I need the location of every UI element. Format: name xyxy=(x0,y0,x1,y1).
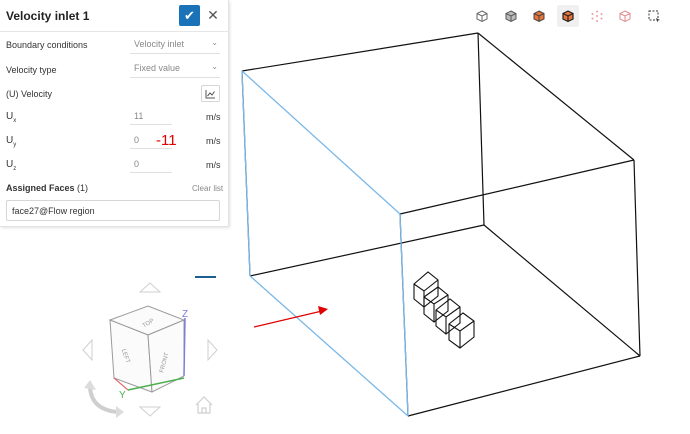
cube-icon[interactable] xyxy=(471,5,493,27)
velocity-type-value: Fixed value xyxy=(134,63,181,73)
boundary-conditions-label: Boundary conditions xyxy=(6,40,88,50)
box-select-icon[interactable] xyxy=(643,5,665,27)
cube-orange-icon[interactable] xyxy=(528,5,550,27)
home-view-icon[interactable] xyxy=(195,396,213,414)
uy-unit: m/s xyxy=(206,136,221,146)
inlet-face-highlight[interactable] xyxy=(241,70,409,417)
nav-left-arrow[interactable] xyxy=(82,338,93,362)
flow-region-box xyxy=(241,32,641,417)
velocity-label: (U) Velocity xyxy=(6,89,53,99)
view-cube-widget[interactable]: TOP LEFT FRONT Z Y xyxy=(82,282,218,418)
points-icon[interactable] xyxy=(586,5,608,27)
close-icon: ✕ xyxy=(207,7,219,23)
uz-input[interactable]: 0 xyxy=(130,156,172,173)
axis-z-line xyxy=(183,317,186,377)
chart-icon xyxy=(205,89,215,98)
cube-orange-selected-icon[interactable] xyxy=(557,5,579,27)
nav-down-arrow[interactable] xyxy=(138,406,162,417)
uy-label: Uy xyxy=(6,135,17,148)
ux-unit: m/s xyxy=(206,112,221,122)
axis-y-label: Y xyxy=(119,390,126,401)
axis-z-label: Z xyxy=(182,309,188,320)
rotate-arrow-head-1 xyxy=(84,380,96,390)
boundary-conditions-value: Velocity inlet xyxy=(134,39,185,49)
rotate-view-icon[interactable] xyxy=(88,387,119,414)
clear-list-link[interactable]: Clear list xyxy=(192,184,223,193)
chart-button[interactable] xyxy=(201,85,220,102)
confirm-button[interactable]: ✔ xyxy=(179,5,200,26)
obstacle-cubes[interactable] xyxy=(413,271,475,349)
ux-label: Ux xyxy=(6,111,17,124)
boundary-condition-panel: Velocity inlet 1 ✔ ✕ Boundary conditions… xyxy=(0,0,229,227)
cube-outline-icon[interactable] xyxy=(614,5,636,27)
nav-up-arrow[interactable] xyxy=(138,282,162,293)
panel-title: Velocity inlet 1 xyxy=(6,9,90,23)
velocity-type-select[interactable]: Fixed value ⌄ xyxy=(130,60,220,78)
uz-unit: m/s xyxy=(206,160,221,170)
red-annotation: -11 xyxy=(156,132,177,149)
assigned-faces-label: Assigned Faces (1) xyxy=(6,183,89,193)
assigned-face-item[interactable]: face27@Flow region xyxy=(6,200,220,221)
check-icon: ✔ xyxy=(184,7,195,23)
velocity-type-label: Velocity type xyxy=(6,65,57,75)
uz-label: Uz xyxy=(6,159,17,172)
chevron-down-icon: ⌄ xyxy=(211,62,218,71)
boundary-conditions-select[interactable]: Velocity inlet ⌄ xyxy=(130,36,220,54)
close-button[interactable]: ✕ xyxy=(204,5,222,26)
ux-input[interactable]: 11 xyxy=(130,108,172,125)
cube-shaded-icon[interactable] xyxy=(500,5,522,27)
rotate-arrow-head-2 xyxy=(116,406,124,418)
flow-direction-arrow xyxy=(253,306,328,328)
nav-right-arrow[interactable] xyxy=(207,338,218,362)
chevron-down-icon: ⌄ xyxy=(211,38,218,47)
panel-header: Velocity inlet 1 ✔ ✕ xyxy=(0,0,229,32)
